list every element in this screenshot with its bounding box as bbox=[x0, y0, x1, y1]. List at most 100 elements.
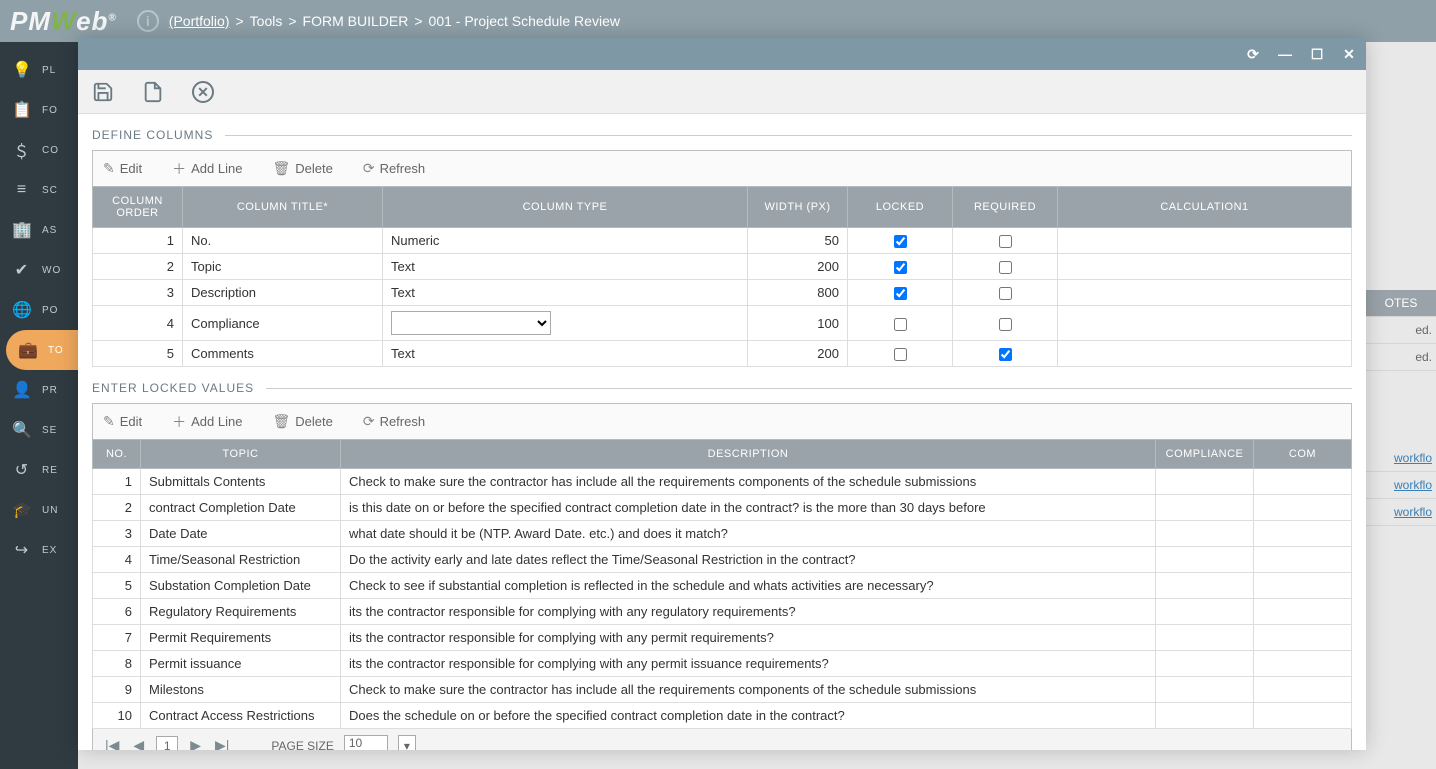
refresh-window-icon[interactable]: ⟳ bbox=[1246, 46, 1260, 63]
pager-prev-icon[interactable]: ◀ bbox=[131, 737, 146, 750]
locked-checkbox[interactable] bbox=[894, 318, 907, 331]
column-header[interactable]: COM bbox=[1254, 440, 1352, 469]
column-header[interactable]: LOCKED bbox=[848, 187, 953, 228]
delete-button[interactable]: 🗑Delete bbox=[272, 413, 332, 430]
trash-icon: 🗑 bbox=[272, 160, 290, 177]
locked-checkbox[interactable] bbox=[894, 348, 907, 361]
sidebar-item-as[interactable]: 🏢AS bbox=[0, 210, 78, 250]
sidebar-icon: 💼 bbox=[18, 340, 38, 360]
sidebar-item-ex[interactable]: ↪EX bbox=[0, 530, 78, 570]
sidebar-item-pr[interactable]: 👤PR bbox=[0, 370, 78, 410]
breadcrumb-portfolio[interactable]: (Portfolio) bbox=[169, 13, 230, 29]
page-size-value[interactable]: 10 bbox=[344, 735, 388, 750]
table-row[interactable]: 4Compliance100 bbox=[93, 306, 1352, 341]
info-icon[interactable]: i bbox=[137, 10, 159, 32]
column-header[interactable]: NO. bbox=[93, 440, 141, 469]
table-row[interactable]: 6Regulatory Requirementsits the contract… bbox=[93, 599, 1352, 625]
maximize-window-icon[interactable]: ☐ bbox=[1310, 46, 1324, 63]
column-header[interactable]: REQUIRED bbox=[953, 187, 1058, 228]
sidebar-item-re[interactable]: ↺RE bbox=[0, 450, 78, 490]
table-row[interactable]: 2TopicText200 bbox=[93, 254, 1352, 280]
refresh-icon: ⟳ bbox=[363, 413, 375, 430]
new-page-icon[interactable] bbox=[142, 81, 164, 103]
minimize-window-icon[interactable]: — bbox=[1278, 46, 1292, 62]
pager: |◀ ◀ 1 ▶ ▶| PAGE SIZE 10 ▾ bbox=[92, 729, 1352, 750]
breadcrumb-tools[interactable]: Tools bbox=[250, 13, 283, 29]
close-window-icon[interactable]: ✕ bbox=[1342, 46, 1356, 63]
values-toolbar: ✎Edit ＋Add Line 🗑Delete ⟳Refresh bbox=[92, 403, 1352, 439]
page-size-dropdown[interactable]: ▾ bbox=[398, 735, 416, 750]
column-type-select[interactable] bbox=[391, 311, 551, 335]
save-icon[interactable] bbox=[92, 81, 114, 103]
add-line-button[interactable]: ＋Add Line bbox=[172, 159, 242, 179]
sidebar-item-un[interactable]: 🎓UN bbox=[0, 490, 78, 530]
sidebar-item-po[interactable]: 🌐PO bbox=[0, 290, 78, 330]
modal-define-columns: ⟳ — ☐ ✕ ✕ DEFINE COLUMNS ✎Edit ＋Add Line… bbox=[78, 38, 1366, 750]
sidebar-icon: ↪ bbox=[12, 540, 32, 560]
define-toolbar: ✎Edit ＋Add Line 🗑Delete ⟳Refresh bbox=[92, 150, 1352, 186]
modal-toolbar: ✕ bbox=[78, 70, 1366, 114]
sidebar-item-se[interactable]: 🔍SE bbox=[0, 410, 78, 450]
required-checkbox[interactable] bbox=[999, 235, 1012, 248]
table-row[interactable]: 8Permit issuanceits the contractor respo… bbox=[93, 651, 1352, 677]
sidebar-item-pl[interactable]: 💡PL bbox=[0, 50, 78, 90]
modal-titlebar: ⟳ — ☐ ✕ bbox=[78, 38, 1366, 70]
table-row[interactable]: 2contract Completion Dateis this date on… bbox=[93, 495, 1352, 521]
sidebar-icon: ≡ bbox=[12, 181, 32, 199]
plus-icon: ＋ bbox=[172, 159, 186, 179]
required-checkbox[interactable] bbox=[999, 318, 1012, 331]
breadcrumb-sep: > bbox=[235, 13, 243, 29]
plus-icon: ＋ bbox=[172, 412, 186, 432]
add-line-button[interactable]: ＋Add Line bbox=[172, 412, 242, 432]
table-row[interactable]: 3DescriptionText800 bbox=[93, 280, 1352, 306]
table-row[interactable]: 10Contract Access RestrictionsDoes the s… bbox=[93, 703, 1352, 729]
refresh-button[interactable]: ⟳Refresh bbox=[363, 413, 425, 430]
table-row[interactable]: 7Permit Requirementsits the contractor r… bbox=[93, 625, 1352, 651]
table-row[interactable]: 9MilestonsCheck to make sure the contrac… bbox=[93, 677, 1352, 703]
column-header[interactable]: WIDTH (PX) bbox=[748, 187, 848, 228]
table-row[interactable]: 5CommentsText200 bbox=[93, 341, 1352, 367]
sidebar-item-wo[interactable]: ✔WO bbox=[0, 250, 78, 290]
edit-button[interactable]: ✎Edit bbox=[103, 160, 142, 177]
pager-first-icon[interactable]: |◀ bbox=[103, 737, 121, 750]
sidebar-item-co[interactable]: ＄CO bbox=[0, 130, 78, 170]
sidebar-item-to[interactable]: 💼TO bbox=[6, 330, 78, 370]
table-row[interactable]: 4Time/Seasonal RestrictionDo the activit… bbox=[93, 547, 1352, 573]
sidebar-item-sc[interactable]: ≡SC bbox=[0, 170, 78, 210]
cancel-icon[interactable]: ✕ bbox=[192, 81, 214, 103]
table-row[interactable]: 1Submittals ContentsCheck to make sure t… bbox=[93, 469, 1352, 495]
column-header[interactable]: DESCRIPTION bbox=[341, 440, 1156, 469]
table-row[interactable]: 3Date Datewhat date should it be (NTP. A… bbox=[93, 521, 1352, 547]
column-header[interactable]: COLUMN ORDER bbox=[93, 187, 183, 228]
column-header[interactable]: COMPLIANCE bbox=[1156, 440, 1254, 469]
breadcrumb-sep: > bbox=[288, 13, 296, 29]
column-header[interactable]: CALCULATION1 bbox=[1058, 187, 1352, 228]
refresh-button[interactable]: ⟳Refresh bbox=[363, 160, 425, 177]
column-header[interactable]: COLUMN TITLE* bbox=[183, 187, 383, 228]
required-checkbox[interactable] bbox=[999, 287, 1012, 300]
sidebar-icon: ＄ bbox=[12, 138, 32, 162]
delete-button[interactable]: 🗑Delete bbox=[272, 160, 332, 177]
modal-body: DEFINE COLUMNS ✎Edit ＋Add Line 🗑Delete ⟳… bbox=[78, 114, 1366, 750]
define-columns-table: COLUMN ORDERCOLUMN TITLE*COLUMN TYPEWIDT… bbox=[92, 186, 1352, 367]
sidebar-icon: 📋 bbox=[12, 100, 32, 120]
required-checkbox[interactable] bbox=[999, 348, 1012, 361]
locked-checkbox[interactable] bbox=[894, 235, 907, 248]
edit-button[interactable]: ✎Edit bbox=[103, 413, 142, 430]
pager-next-icon[interactable]: ▶ bbox=[188, 737, 203, 750]
locked-checkbox[interactable] bbox=[894, 261, 907, 274]
pager-current-page[interactable]: 1 bbox=[156, 736, 178, 750]
sidebar-icon: 💡 bbox=[12, 60, 32, 80]
app-topbar: PMWeb® i (Portfolio) > Tools > FORM BUIL… bbox=[0, 0, 1436, 42]
sidebar-item-fo[interactable]: 📋FO bbox=[0, 90, 78, 130]
locked-values-table: NO.TOPICDESCRIPTIONCOMPLIANCECOM 1Submit… bbox=[92, 439, 1352, 729]
breadcrumb-formbuilder[interactable]: FORM BUILDER bbox=[303, 13, 409, 29]
required-checkbox[interactable] bbox=[999, 261, 1012, 274]
sidebar-icon: ↺ bbox=[12, 460, 32, 480]
pager-last-icon[interactable]: ▶| bbox=[213, 737, 231, 750]
table-row[interactable]: 5Substation Completion DateCheck to see … bbox=[93, 573, 1352, 599]
column-header[interactable]: COLUMN TYPE bbox=[383, 187, 748, 228]
locked-checkbox[interactable] bbox=[894, 287, 907, 300]
table-row[interactable]: 1No.Numeric50 bbox=[93, 228, 1352, 254]
column-header[interactable]: TOPIC bbox=[141, 440, 341, 469]
